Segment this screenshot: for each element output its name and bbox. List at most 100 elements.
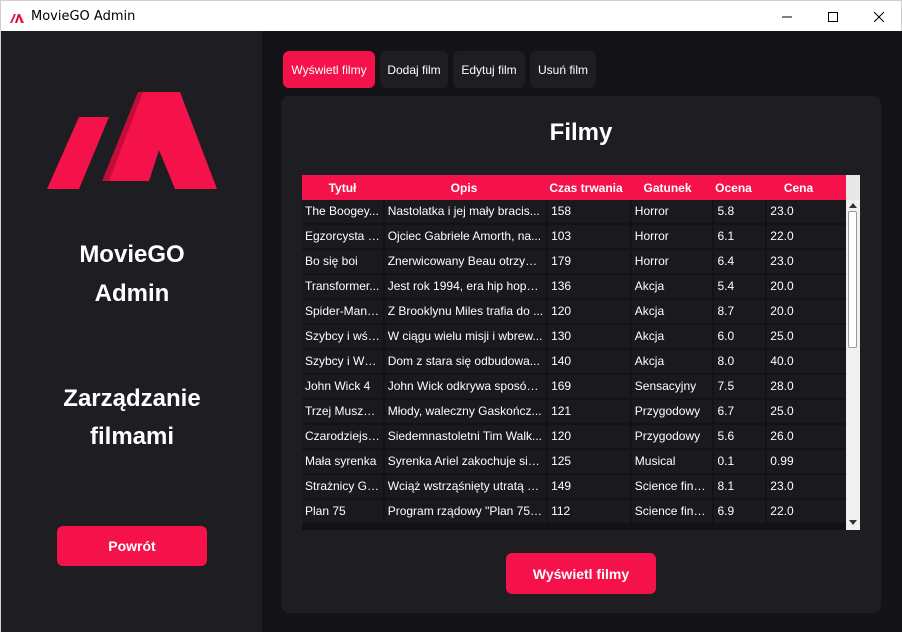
- table-cell[interactable]: 22.0: [767, 225, 846, 248]
- table-cell[interactable]: 179: [548, 250, 630, 273]
- table-cell[interactable]: Szybcy i Wś...: [302, 350, 383, 373]
- table-row[interactable]: Trzej Muszki... Młody, waleczny Gaskończ.…: [302, 400, 846, 425]
- table-row[interactable]: Szybcy i Wś... Dom z stara się odbudowa..…: [302, 350, 846, 375]
- table-row[interactable]: Mała syrenka Syrenka Ariel zakochuje się …: [302, 450, 846, 475]
- table-cell[interactable]: Siedemnastoletni Tim Walk...: [384, 425, 547, 448]
- table-cell[interactable]: 0.1: [714, 450, 766, 473]
- table-cell[interactable]: Strażnicy Ga...: [302, 475, 383, 498]
- table-cell[interactable]: 20.0: [767, 300, 846, 323]
- table-row[interactable]: Szybcy i wśc... W ciągu wielu misji i wbr…: [302, 325, 846, 350]
- maximize-button[interactable]: [810, 1, 856, 32]
- table-cell[interactable]: 23.0: [767, 250, 846, 273]
- table-cell[interactable]: Szybcy i wśc...: [302, 325, 383, 348]
- table-cell[interactable]: Mała syrenka: [302, 450, 383, 473]
- table-cell[interactable]: 7.5: [714, 375, 766, 398]
- table-cell[interactable]: Nastolatka i jej mały bracis...: [384, 200, 547, 223]
- table-cell[interactable]: 8.0: [714, 350, 766, 373]
- table-cell[interactable]: 6.0: [714, 325, 766, 348]
- table-cell[interactable]: Sensacyjny: [631, 375, 713, 398]
- table-cell[interactable]: Horror: [631, 250, 713, 273]
- table-cell[interactable]: 6.4: [714, 250, 766, 273]
- table-cell[interactable]: Akcja: [631, 325, 713, 348]
- column-header-duration[interactable]: Czas trwania: [545, 175, 627, 200]
- table-cell[interactable]: Znerwicowany Beau otrzym...: [384, 250, 547, 273]
- table-row[interactable]: The Boogey... Nastolatka i jej mały braci…: [302, 200, 846, 225]
- table-cell[interactable]: 125: [548, 450, 630, 473]
- table-cell[interactable]: Musical: [631, 450, 713, 473]
- close-button[interactable]: [856, 1, 902, 32]
- tab-show-movies[interactable]: Wyświetl filmy: [283, 51, 375, 88]
- back-button[interactable]: Powrót: [57, 526, 207, 566]
- tab-edit-movie[interactable]: Edytuj film: [453, 51, 525, 88]
- table-cell[interactable]: 6.7: [714, 400, 766, 423]
- table-cell[interactable]: 136: [548, 275, 630, 298]
- table-cell[interactable]: 120: [548, 425, 630, 448]
- table-cell[interactable]: 40.0: [767, 350, 846, 373]
- table-row[interactable]: Bo się boi Znerwicowany Beau otrzym... 179…: [302, 250, 846, 275]
- table-cell[interactable]: John Wick odkrywa sposób...: [384, 375, 547, 398]
- table-cell[interactable]: 22.0: [767, 500, 846, 523]
- table-cell[interactable]: Akcja: [631, 300, 713, 323]
- scrollbar-thumb[interactable]: [848, 211, 857, 348]
- table-row[interactable]: Transformer... Jest rok 1994, era hip hop…: [302, 275, 846, 300]
- table-cell[interactable]: 103: [548, 225, 630, 248]
- table-cell[interactable]: 149: [548, 475, 630, 498]
- table-cell[interactable]: 20.0: [767, 275, 846, 298]
- column-header-price[interactable]: Cena: [759, 175, 838, 200]
- table-cell[interactable]: 26.0: [767, 425, 846, 448]
- table-cell[interactable]: W ciągu wielu misji i wbrew...: [384, 325, 547, 348]
- table-cell[interactable]: Akcja: [631, 350, 713, 373]
- table-cell[interactable]: 140: [548, 350, 630, 373]
- table-cell[interactable]: John Wick 4: [302, 375, 383, 398]
- table-cell[interactable]: Science finct...: [631, 475, 713, 498]
- table-cell[interactable]: 130: [548, 325, 630, 348]
- table-cell[interactable]: Bo się boi: [302, 250, 383, 273]
- table-cell[interactable]: 0.99: [767, 450, 846, 473]
- table-cell[interactable]: Akcja: [631, 275, 713, 298]
- tab-delete-movie[interactable]: Usuń film: [530, 51, 596, 88]
- table-cell[interactable]: 6.1: [714, 225, 766, 248]
- table-cell[interactable]: Przygodowy: [631, 425, 713, 448]
- table-cell[interactable]: Trzej Muszki...: [302, 400, 383, 423]
- table-cell[interactable]: 23.0: [767, 475, 846, 498]
- table-cell[interactable]: Transformer...: [302, 275, 383, 298]
- table-row[interactable]: Plan 75 Program rządowy "Plan 75"... 112 Sc…: [302, 500, 846, 525]
- table-cell[interactable]: Horror: [631, 200, 713, 223]
- table-cell[interactable]: 28.0: [767, 375, 846, 398]
- table-cell[interactable]: Program rządowy "Plan 75"...: [384, 500, 547, 523]
- table-row[interactable]: Strażnicy Ga... Wciąż wstrząśnięty utratą…: [302, 475, 846, 500]
- table-cell[interactable]: 6.9: [714, 500, 766, 523]
- table-cell[interactable]: 121: [548, 400, 630, 423]
- column-header-description[interactable]: Opis: [383, 175, 545, 200]
- table-cell[interactable]: Czarodziejsk...: [302, 425, 383, 448]
- scroll-up-icon[interactable]: [849, 203, 857, 208]
- table-cell[interactable]: Dom z stara się odbudowa...: [384, 350, 547, 373]
- table-cell[interactable]: 5.8: [714, 200, 766, 223]
- table-cell[interactable]: 5.4: [714, 275, 766, 298]
- table-cell[interactable]: 8.7: [714, 300, 766, 323]
- column-header-title[interactable]: Tytuł: [302, 175, 383, 200]
- column-header-genre[interactable]: Gatunek: [627, 175, 708, 200]
- table-cell[interactable]: The Boogey...: [302, 200, 383, 223]
- table-row[interactable]: Egzorcysta p... Ojciec Gabriele Amorth, n…: [302, 225, 846, 250]
- table-cell[interactable]: Przygodowy: [631, 400, 713, 423]
- table-cell[interactable]: Horror: [631, 225, 713, 248]
- table-cell[interactable]: Jest rok 1994, era hip hopu ...: [384, 275, 547, 298]
- show-movies-button[interactable]: Wyświetl filmy: [506, 553, 656, 594]
- table-cell[interactable]: 120: [548, 300, 630, 323]
- table-cell[interactable]: Spider-Man:...: [302, 300, 383, 323]
- table-cell[interactable]: Wciąż wstrząśnięty utratą G...: [384, 475, 547, 498]
- scroll-down-icon[interactable]: [849, 520, 857, 525]
- column-header-rating[interactable]: Ocena: [708, 175, 759, 200]
- minimize-button[interactable]: [764, 1, 810, 32]
- table-cell[interactable]: Plan 75: [302, 500, 383, 523]
- table-cell[interactable]: 25.0: [767, 400, 846, 423]
- vertical-scrollbar[interactable]: [846, 200, 860, 530]
- tab-add-movie[interactable]: Dodaj film: [380, 51, 448, 88]
- table-cell[interactable]: Z Brooklynu Miles trafia do ...: [384, 300, 547, 323]
- table-row[interactable]: Spider-Man:... Z Brooklynu Miles trafia d…: [302, 300, 846, 325]
- table-cell[interactable]: 112: [548, 500, 630, 523]
- table-cell[interactable]: Egzorcysta p...: [302, 225, 383, 248]
- table-cell[interactable]: Młody, waleczny Gaskończ...: [384, 400, 547, 423]
- table-cell[interactable]: Syrenka Ariel zakochuje się ...: [384, 450, 547, 473]
